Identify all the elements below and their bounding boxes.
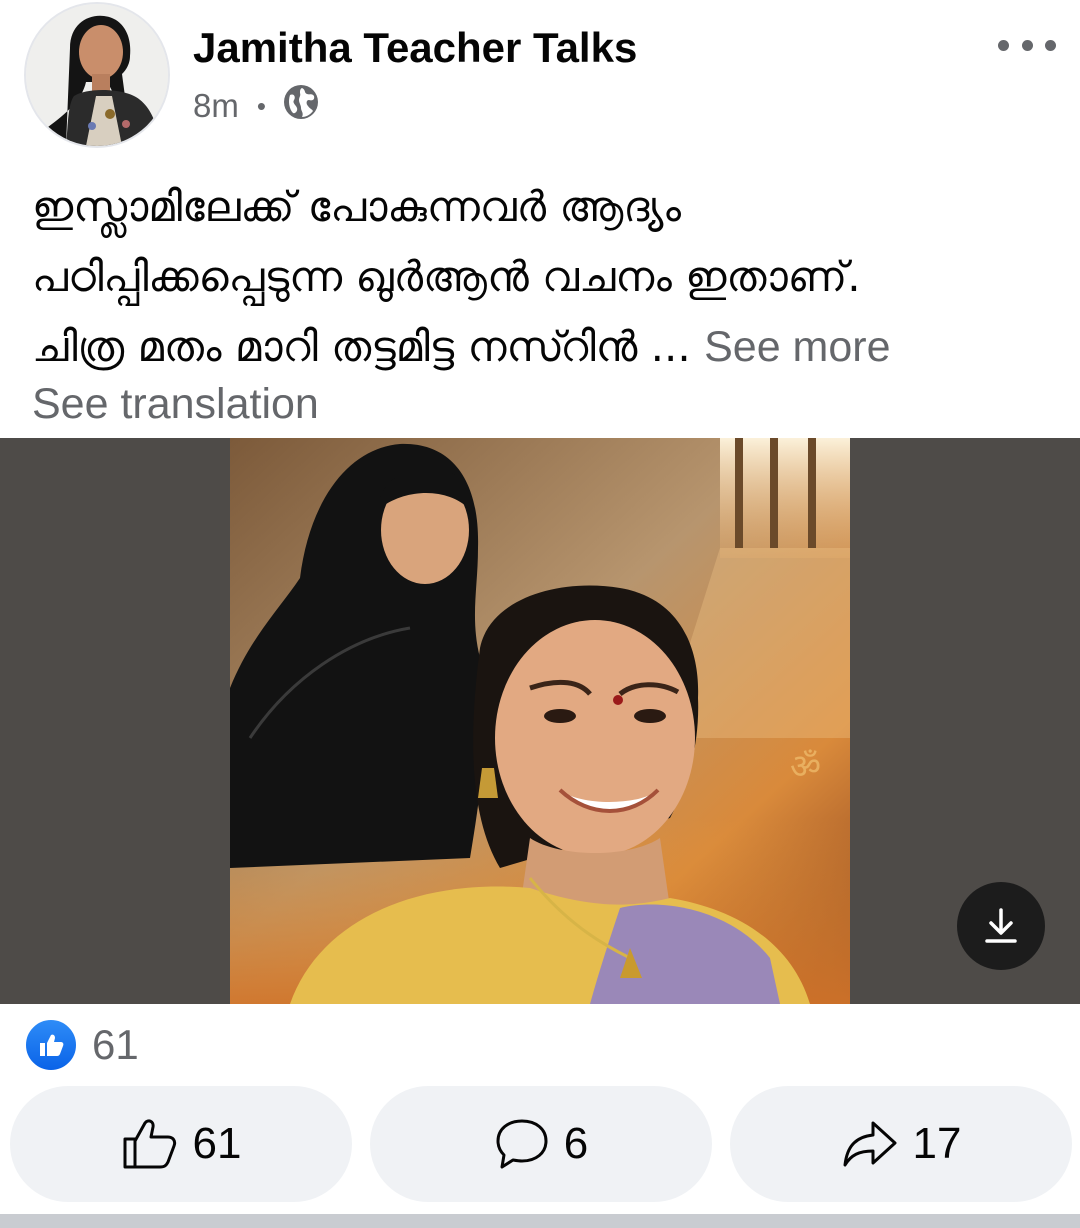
like-count: 61 bbox=[192, 1119, 242, 1168]
facebook-post: Jamitha Teacher Talks 8m • ഇസ്ലാമിലേക്ക്… bbox=[0, 0, 1080, 1228]
meta-separator: • bbox=[256, 90, 266, 121]
post-media[interactable]: ॐ bbox=[0, 438, 1080, 1004]
globe-icon[interactable] bbox=[282, 83, 320, 129]
comment-count: 6 bbox=[563, 1119, 589, 1168]
post-text-line-3-content: ചിത്ര മതം മാറി തട്ടമിട്ട നസ്റിൻ ... bbox=[32, 322, 691, 371]
reaction-count: 61 bbox=[92, 1021, 139, 1068]
post-text: ഇസ്ലാമിലേക്ക് പോകുന്നവർ ആദ്യം പഠിപ്പിക്ക… bbox=[32, 172, 1052, 382]
comment-icon bbox=[496, 1119, 548, 1169]
share-button[interactable]: 17 bbox=[730, 1086, 1072, 1202]
like-button[interactable]: 61 bbox=[10, 1086, 352, 1202]
author-name[interactable]: Jamitha Teacher Talks bbox=[193, 24, 637, 72]
see-more-link[interactable]: See more bbox=[704, 323, 890, 371]
share-icon bbox=[843, 1121, 897, 1167]
download-icon bbox=[985, 908, 1017, 943]
download-button[interactable] bbox=[957, 882, 1045, 970]
share-count: 17 bbox=[912, 1119, 962, 1168]
comment-button[interactable]: 6 bbox=[370, 1086, 712, 1202]
post-actions: 61 6 17 bbox=[10, 1086, 1072, 1202]
more-options-icon[interactable] bbox=[998, 28, 1056, 62]
reactions-summary[interactable]: 61 bbox=[24, 1018, 139, 1072]
author-avatar[interactable] bbox=[24, 2, 170, 148]
see-translation-link[interactable]: See translation bbox=[32, 380, 319, 429]
post-text-line-1: ഇസ്ലാമിലേക്ക് പോകുന്നവർ ആദ്യം bbox=[32, 182, 682, 231]
post-time[interactable]: 8m bbox=[193, 87, 239, 125]
post-meta: 8m • bbox=[193, 84, 320, 128]
thumbs-up-icon bbox=[123, 1119, 176, 1169]
post-photo[interactable]: ॐ bbox=[230, 438, 850, 1004]
post-text-line-3: ചിത്ര മതം മാറി തട്ടമിട്ട നസ്റിൻ ... See … bbox=[32, 312, 1052, 382]
feed-divider bbox=[0, 1214, 1080, 1228]
post-text-line-2: പഠിപ്പിക്കപ്പെടുന്ന ഖുർആൻ വചനം ഇതാണ്. bbox=[32, 252, 861, 301]
svg-text:ॐ: ॐ bbox=[790, 747, 821, 787]
like-reaction-icon bbox=[24, 1018, 78, 1072]
